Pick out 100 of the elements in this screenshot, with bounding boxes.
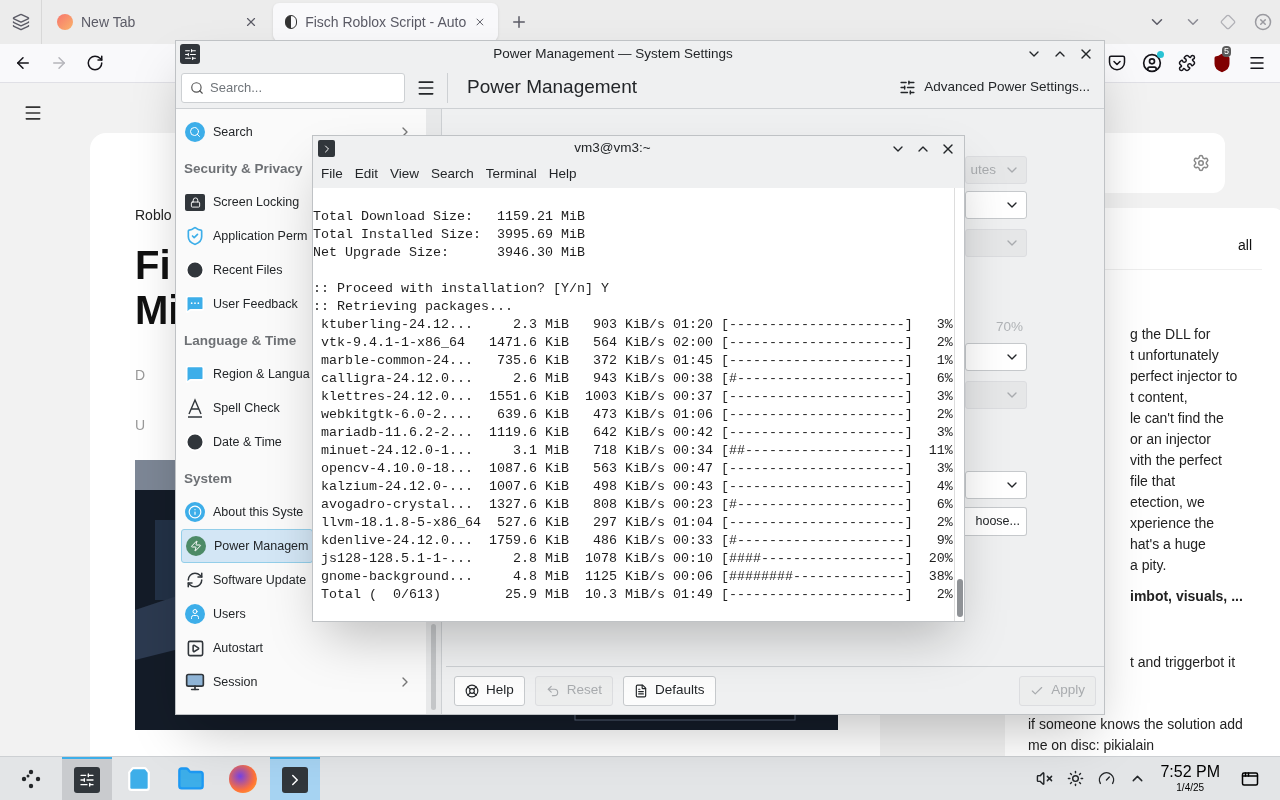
terminal-line: gnome-background... 4.8 MiB 1125 KiB/s 00:06 [########--------------] 38% <box>320 568 953 586</box>
help-button[interactable]: Help <box>454 675 525 706</box>
tab-list-icon[interactable] <box>11 13 30 31</box>
sidebar-item[interactable]: Session <box>181 665 421 699</box>
terminal-line: Total Download Size: 1159.21 MiB <box>313 208 585 226</box>
chat-bubble-icon <box>185 294 205 314</box>
play-window-icon <box>185 638 205 658</box>
terminal-line: Total ( 0/613) 25.9 MiB 10.3 MiB/s 01:49 [----------------------] 2% <box>320 586 953 604</box>
menu-item[interactable]: View <box>384 164 426 185</box>
info-icon <box>185 502 205 522</box>
section-header: Security & Privacy <box>184 159 303 178</box>
help-icon <box>465 683 479 698</box>
settings-icon[interactable] <box>1192 154 1210 172</box>
sidebar-item[interactable]: About this Syste <box>181 495 313 529</box>
close-icon[interactable] <box>244 15 258 29</box>
tab-title: New Tab <box>81 12 137 32</box>
reload-icon[interactable] <box>86 54 104 72</box>
article-text: perfect injector to <box>1130 367 1239 386</box>
page-title: Power Management <box>467 75 638 100</box>
section-header: System <box>184 469 233 488</box>
menu-item[interactable]: Terminal <box>479 164 543 185</box>
gauge-icon[interactable] <box>1098 770 1116 787</box>
sidebar-item[interactable]: Power Managem <box>181 529 313 563</box>
app-icon <box>180 44 200 64</box>
filter-label: all <box>1238 236 1252 255</box>
terminal-line: kalzium-24.12.0-... 1007.6 KiB 498 KiB/s 00:43 [----------------------] 4% <box>320 478 953 496</box>
terminal-line: :: Proceed with installation? [Y/n] Y <box>313 280 609 298</box>
sidebar-item[interactable]: Autostart <box>181 631 313 665</box>
article-text: vith the perfect <box>1130 451 1223 470</box>
article-text: etection, we <box>1130 493 1206 512</box>
sidebar-item[interactable]: Spell Check <box>181 391 313 425</box>
article-text: xperience the <box>1130 514 1216 533</box>
shield-icon[interactable] <box>1212 53 1232 73</box>
menu-icon[interactable] <box>23 103 43 123</box>
sidebar-item[interactable]: Users <box>181 597 313 631</box>
menu-item[interactable]: Help <box>542 164 583 185</box>
terminal-line: calligra-24.12.0... 2.6 MiB 943 KiB/s 00:38 [#---------------------] 6% <box>320 370 953 388</box>
terminal-line: marble-common-24... 735.6 KiB 372 KiB/s 01:45 [----------------------] 1% <box>320 352 953 370</box>
mute-icon[interactable] <box>1036 770 1054 787</box>
menu-item[interactable]: Edit <box>348 164 385 185</box>
article-text: a pity. <box>1130 556 1168 575</box>
article-text: if someone knows the solution add <box>1028 715 1244 734</box>
menu-item[interactable]: Search <box>425 164 480 185</box>
article-text: or an injector <box>1130 430 1212 449</box>
terminal-icon[interactable] <box>270 756 320 800</box>
menu-icon[interactable] <box>1248 54 1266 72</box>
terminal-line: vtk-9.4.1-1-x86_64 1471.6 KiB 564 KiB/s 02:00 [----------------------] 2% <box>320 334 953 352</box>
lock-screen-icon <box>185 193 205 211</box>
extensions-icon[interactable] <box>1178 54 1196 72</box>
browser-tab[interactable]: New Tab <box>45 3 270 41</box>
terminal-line: kdenlive-24.12.0... 1759.6 KiB 486 KiB/s 00:33 [#---------------------] 9% <box>320 532 953 550</box>
show-desktop-icon[interactable] <box>1241 769 1259 788</box>
meta-text: D <box>135 366 146 385</box>
sidebar-item[interactable]: Application Perm <box>181 219 313 253</box>
sidebar-item[interactable]: Date & Time <box>181 425 313 459</box>
terminal-line: Net Upgrade Size: 3946.30 MiB <box>313 244 585 262</box>
terminal-line: opencv-4.10.0-18... 1087.6 KiB 563 KiB/s 00:47 [----------------------] 3% <box>320 460 953 478</box>
sidebar-item[interactable]: Software Update <box>181 563 313 597</box>
article-text: g the DLL for <box>1130 325 1212 344</box>
clock[interactable]: 7:52 PM 1/4/25 <box>1160 762 1220 795</box>
terminal-line: llvm-18.1.8-5-x86_64 527.6 KiB 297 KiB/s 01:04 [----------------------] 2% <box>320 514 953 532</box>
defaults-button[interactable]: Defaults <box>623 675 716 706</box>
meta-text: U <box>135 416 146 435</box>
terminal-line: js128-128.5.1-1-... 2.8 MiB 1078 KiB/s 00:10 [####------------------] 20% <box>320 550 953 568</box>
search-field[interactable]: Search... <box>181 72 405 103</box>
search-icon <box>190 80 204 95</box>
letter-a-icon <box>185 398 205 418</box>
shield-icon <box>185 226 205 246</box>
article-text: t and triggerbot it <box>1130 653 1237 672</box>
settings-app-icon[interactable] <box>62 756 112 800</box>
sidebar-item[interactable]: User Feedback <box>181 287 313 321</box>
article-text: t unfortunately <box>1130 346 1220 365</box>
tab-title: Fisch Roblox Script - Auto <box>305 12 467 32</box>
breadcrumb: Roblo <box>135 206 172 225</box>
article-text: me on disc: pikialain <box>1028 736 1156 755</box>
account-icon[interactable] <box>1142 53 1162 73</box>
article-text: le can't find the <box>1130 409 1225 428</box>
sidebar-item[interactable]: Screen Locking <box>181 185 313 219</box>
update-icon <box>186 571 204 589</box>
sidebar-item[interactable]: Region & Langua <box>181 357 313 391</box>
article-title: Fi <box>135 243 171 288</box>
new-tab-icon[interactable] <box>510 13 528 31</box>
menu-item[interactable]: File <box>315 164 349 185</box>
lightning-icon <box>186 536 206 556</box>
article-text: imbot, visuals, ... <box>1130 587 1244 606</box>
brightness-icon[interactable] <box>1067 770 1085 787</box>
choose-button[interactable]: hoose... <box>965 507 1027 536</box>
browser-tab[interactable]: Fisch Roblox Script - Auto <box>273 3 498 41</box>
monitor-icon <box>185 672 205 692</box>
browser-logo-icon <box>57 14 73 30</box>
pocket-icon[interactable] <box>1108 54 1126 72</box>
sidebar-item[interactable]: Recent Files <box>181 253 313 287</box>
terminal-line: minuet-24.12.0-1... 3.1 MiB 718 KiB/s 00:34 [##--------------------] 11% <box>320 442 953 460</box>
badge: 5 <box>1222 46 1231 57</box>
advanced-settings-button[interactable]: Advanced Power Settings... <box>897 72 1092 103</box>
article-text: hat's a huge <box>1130 535 1207 554</box>
reset-icon <box>545 683 560 698</box>
percent-reading: 70% <box>995 318 1024 336</box>
article-text: file that <box>1130 472 1177 491</box>
sliders-icon <box>899 79 917 96</box>
